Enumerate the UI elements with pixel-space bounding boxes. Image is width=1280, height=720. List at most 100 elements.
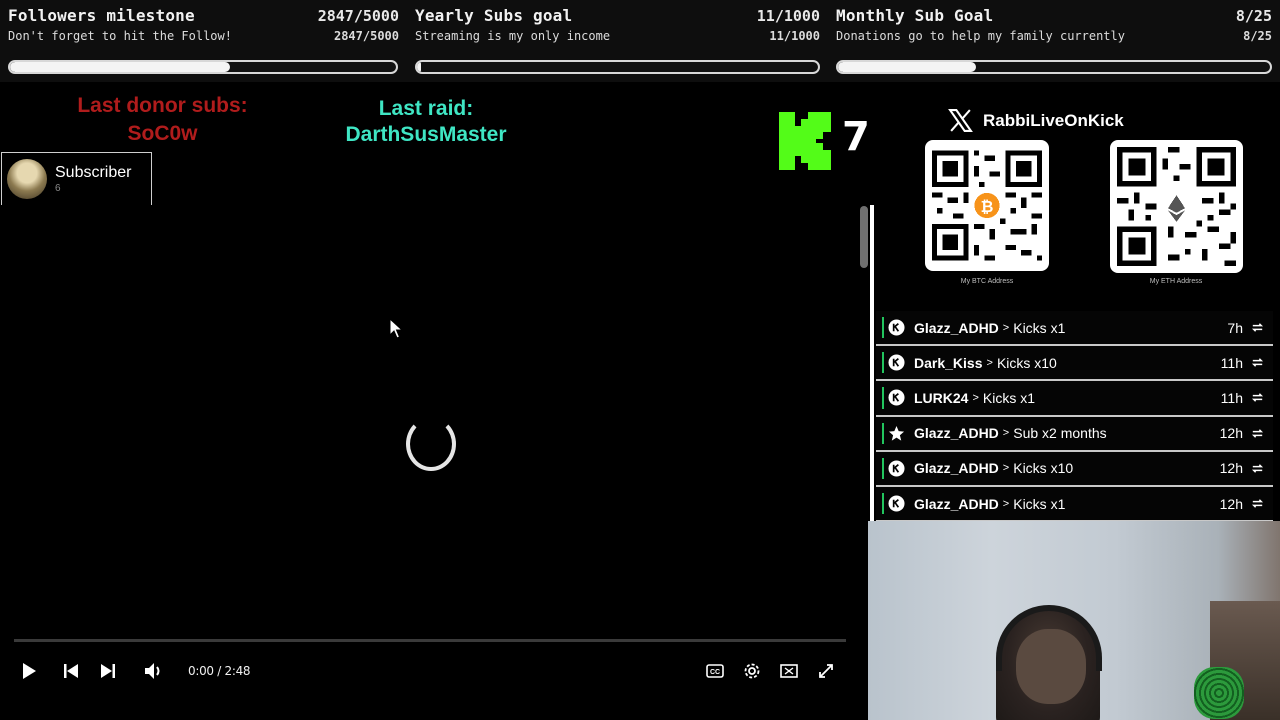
feed-user: Glazz_ADHD: [914, 425, 999, 442]
svg-text:₿: ₿: [981, 197, 994, 216]
social-handle-text: RabbiLiveOnKick: [983, 110, 1124, 130]
last-raid-name: DarthSusMaster: [345, 123, 507, 146]
x-logo-icon: [948, 109, 973, 132]
fullscreen-icon[interactable]: [814, 659, 838, 683]
goal-title: Followers milestone: [8, 6, 195, 25]
webcam-feed: [868, 521, 1280, 720]
replay-icon[interactable]: [1250, 496, 1265, 511]
chevron-right-icon: >: [1002, 321, 1010, 334]
eth-qr-code: [1110, 140, 1243, 273]
feed-time: 11h: [1220, 389, 1243, 406]
last-donor-label: Last donor subs:: [77, 94, 248, 117]
star-icon: [888, 425, 905, 441]
last-raid-widget: Last raid: DarthSusMaster: [320, 96, 532, 148]
subscriber-label: Subscriber: [55, 164, 132, 181]
feed-user: Dark_Kiss: [914, 354, 983, 371]
kick-follower-count: 7: [842, 114, 870, 160]
kick-icon: [888, 389, 905, 406]
feed-item: Glazz_ADHD > Kicks x1 7h: [876, 311, 1273, 347]
volume-icon[interactable]: [142, 659, 166, 683]
goal-progress-fill: [10, 62, 230, 72]
eth-caption: My ETH Address: [1149, 278, 1203, 285]
feed-user: Glazz_ADHD: [914, 495, 999, 512]
last-raid-label: Last raid:: [378, 97, 474, 120]
social-handle: RabbiLiveOnKick: [948, 108, 1124, 133]
headset-icon: [996, 605, 1102, 671]
feed-action: Kicks x10: [996, 354, 1057, 371]
feed-user: LURK24: [914, 389, 969, 406]
chevron-right-icon: >: [972, 391, 979, 404]
feed-action: Kicks x1: [982, 389, 1036, 406]
feed-action: Kicks x1: [1013, 495, 1066, 512]
activity-feed: Glazz_ADHD > Kicks x1 7h Dark_Kiss > Kic…: [876, 311, 1273, 523]
qr-code-icon: ₿: [932, 150, 1042, 261]
chevron-right-icon: >: [1002, 462, 1010, 475]
goal-count-small: 2847/5000: [333, 29, 399, 43]
kick-icon: [888, 495, 905, 512]
play-icon[interactable]: [17, 659, 41, 683]
yearly-subs-goal-widget: Yearly Subs goal 11/1000 Streaming is my…: [407, 0, 828, 82]
feed-item: Glazz_ADHD > Kicks x10 12h: [876, 451, 1273, 487]
previous-icon[interactable]: [59, 659, 83, 683]
feed-action: Kicks x1: [1013, 319, 1066, 336]
replay-icon[interactable]: [1250, 320, 1265, 335]
captions-icon[interactable]: CC: [703, 659, 727, 683]
subscriber-count: 6: [55, 183, 61, 194]
feed-time: 12h: [1219, 460, 1243, 477]
last-donor-name: SoC0w: [127, 122, 198, 145]
goal-subtitle: Don't forget to hit the Follow!: [8, 29, 232, 43]
playback-time: 0:00 / 2:48: [188, 664, 251, 678]
goal-progress-bar: [8, 60, 398, 74]
chevron-right-icon: >: [1002, 497, 1010, 510]
goal-title: Yearly Subs goal: [415, 6, 573, 25]
qr-code-icon: [1117, 147, 1236, 266]
btc-qr-code: ₿: [925, 140, 1049, 271]
goal-progress-fill: [838, 62, 977, 72]
goal-count: 8/25: [1235, 7, 1272, 25]
miniplayer-icon[interactable]: [777, 659, 801, 683]
goal-count-small: 11/1000: [769, 29, 820, 43]
kick-logo-icon: [779, 112, 831, 170]
goal-subtitle: Streaming is my only income: [415, 29, 611, 43]
goal-count-small: 8/25: [1243, 29, 1272, 43]
goal-progress-fill: [417, 62, 422, 72]
feed-user: Glazz_ADHD: [914, 460, 999, 477]
video-player[interactable]: 0:00 / 2:48 CC: [0, 205, 860, 700]
replay-icon[interactable]: [1250, 390, 1265, 405]
monthly-sub-goal-widget: Monthly Sub Goal 8/25 Donations go to he…: [828, 0, 1280, 82]
scrollbar-thumb[interactable]: [860, 206, 868, 268]
kick-icon: [888, 354, 905, 371]
mouse-cursor-icon: [389, 318, 403, 339]
feed-item: Glazz_ADHD > Sub x2 months 12h: [876, 416, 1273, 452]
goal-count: 11/1000: [756, 7, 820, 25]
kick-icon: [888, 460, 905, 477]
feed-item: Dark_Kiss > Kicks x10 11h: [876, 346, 1273, 382]
replay-icon[interactable]: [1250, 426, 1265, 441]
goal-count: 2847/5000: [317, 7, 399, 25]
replay-icon[interactable]: [1250, 355, 1265, 370]
followers-goal-widget: Followers milestone 2847/5000 Don't forg…: [0, 0, 407, 82]
avatar: [7, 159, 47, 199]
replay-icon[interactable]: [1250, 461, 1265, 476]
svg-text:CC: CC: [710, 669, 720, 676]
btc-caption: My BTC Address: [960, 278, 1014, 285]
settings-icon[interactable]: [740, 659, 764, 683]
next-icon[interactable]: [96, 659, 120, 683]
kick-icon: [888, 319, 905, 336]
goal-title: Monthly Sub Goal: [836, 6, 994, 25]
goal-progress-bar: [415, 60, 820, 74]
microphone-icon: [1194, 667, 1244, 719]
feed-time: 12h: [1219, 425, 1243, 442]
chevron-right-icon: >: [986, 356, 993, 369]
feed-time: 7h: [1227, 319, 1243, 336]
subscriber-alert: Subscriber 6: [1, 152, 152, 206]
feed-item: Glazz_ADHD > Kicks x1 12h: [876, 486, 1273, 523]
loading-spinner-icon: [406, 417, 456, 471]
feed-time: 12h: [1219, 495, 1243, 512]
feed-action: Kicks x10: [1013, 460, 1074, 477]
feed-time: 11h: [1220, 354, 1243, 371]
feed-item: LURK24 > Kicks x1 11h: [876, 381, 1273, 417]
seek-bar[interactable]: [14, 639, 846, 642]
feed-user: Glazz_ADHD: [914, 319, 999, 336]
player-controls: 0:00 / 2:48 CC: [0, 655, 860, 685]
